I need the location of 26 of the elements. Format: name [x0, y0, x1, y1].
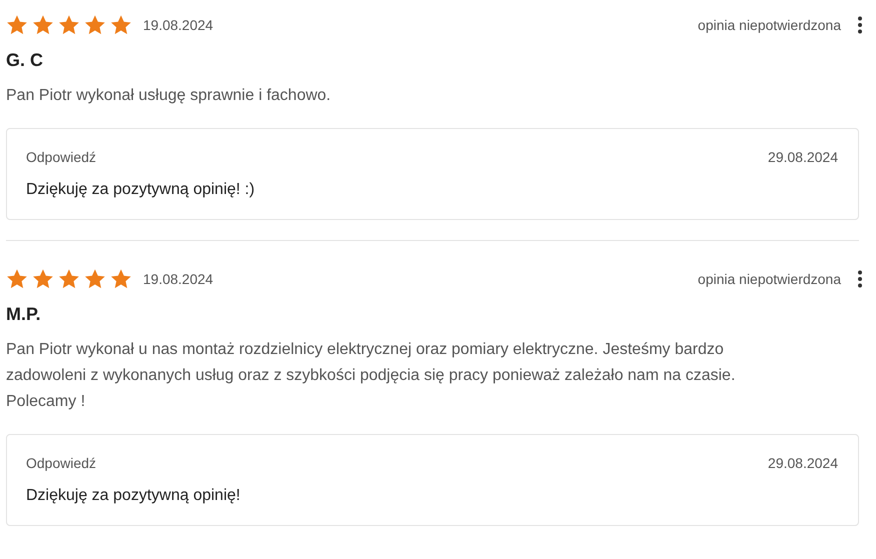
star-icon	[110, 268, 132, 290]
star-icon	[32, 14, 54, 36]
review-date: 19.08.2024	[143, 17, 214, 33]
star-icon	[32, 268, 54, 290]
reply-label: Odpowiedź	[26, 149, 96, 165]
reply-label: Odpowiedź	[26, 455, 96, 471]
review-status: opinia niepotwierdzona	[698, 271, 841, 287]
review-author: M.P.	[6, 304, 42, 325]
review-text: Pan Piotr wykonał u nas montaż rozdzielnicy elektrycznej oraz pomiary elektryczne. Jesteśmy bardzo zadowoleni z wykonanych usług oraz z szybkości podjęcia się pracy ponieważ zależało nam na czasie. Polecamy !	[6, 340, 736, 412]
star-icon	[58, 268, 80, 290]
reply-date: 29.08.2024	[768, 149, 838, 165]
review-date: 19.08.2024	[143, 271, 214, 287]
star-icon	[6, 268, 28, 290]
reply-text: Dziękuję za pozytywną opinię!	[26, 487, 242, 505]
reply-text: Dziękuję za pozytywną opinię! :)	[26, 181, 256, 199]
review-status: opinia niepotwierdzona	[698, 17, 841, 33]
more-icon[interactable]	[857, 16, 863, 34]
star-icon	[84, 14, 106, 36]
reply-date: 29.08.2024	[768, 455, 838, 471]
star-icon	[84, 268, 106, 290]
review-text: Pan Piotr wykonał usługę sprawnie i fachowo.	[6, 86, 332, 106]
star-icon	[110, 14, 132, 36]
star-icon	[6, 14, 28, 36]
star-icon	[58, 14, 80, 36]
review-author: G. C	[6, 50, 44, 71]
more-icon[interactable]	[857, 270, 863, 288]
